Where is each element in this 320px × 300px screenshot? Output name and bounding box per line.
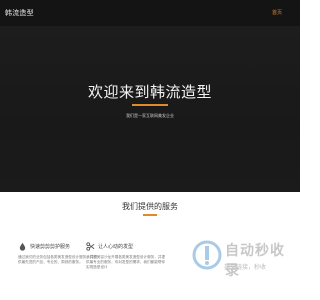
drop-icon xyxy=(19,242,26,251)
watermark-logo-icon xyxy=(192,240,222,270)
hero-title: 欢迎来到韩流造型 xyxy=(87,83,212,101)
service-title: 让人心动的发型 xyxy=(98,244,134,250)
hero-banner: 欢迎来到韩流造型 我们是一家互联网美发企业 xyxy=(0,26,300,192)
watermark-overlay: 自动秒收录 提交链接，秒收 xyxy=(192,238,296,279)
watermark-subtitle: 提交链接，秒收 xyxy=(224,264,267,271)
hero-divider xyxy=(132,104,168,106)
site-logo[interactable]: 韩流造型 xyxy=(5,8,34,18)
service-description: 我们的美容沙龙开展各类美发造型设计服务，并提供最专业的服务，你对发型的需求，我们… xyxy=(86,255,166,270)
service-title: 快速剪剪剪护服务 xyxy=(30,244,71,250)
hero-subtitle: 我们是一家互联网美发企业 xyxy=(126,113,174,118)
top-header: 韩流造型 首页 xyxy=(0,0,300,26)
nav-home-link[interactable]: 首页 xyxy=(272,9,282,16)
services-divider xyxy=(143,214,157,216)
watermark-title: 自动秒收录 xyxy=(225,243,285,279)
scissors-icon xyxy=(86,242,95,251)
services-heading: 我们提供的服务 xyxy=(122,202,178,211)
